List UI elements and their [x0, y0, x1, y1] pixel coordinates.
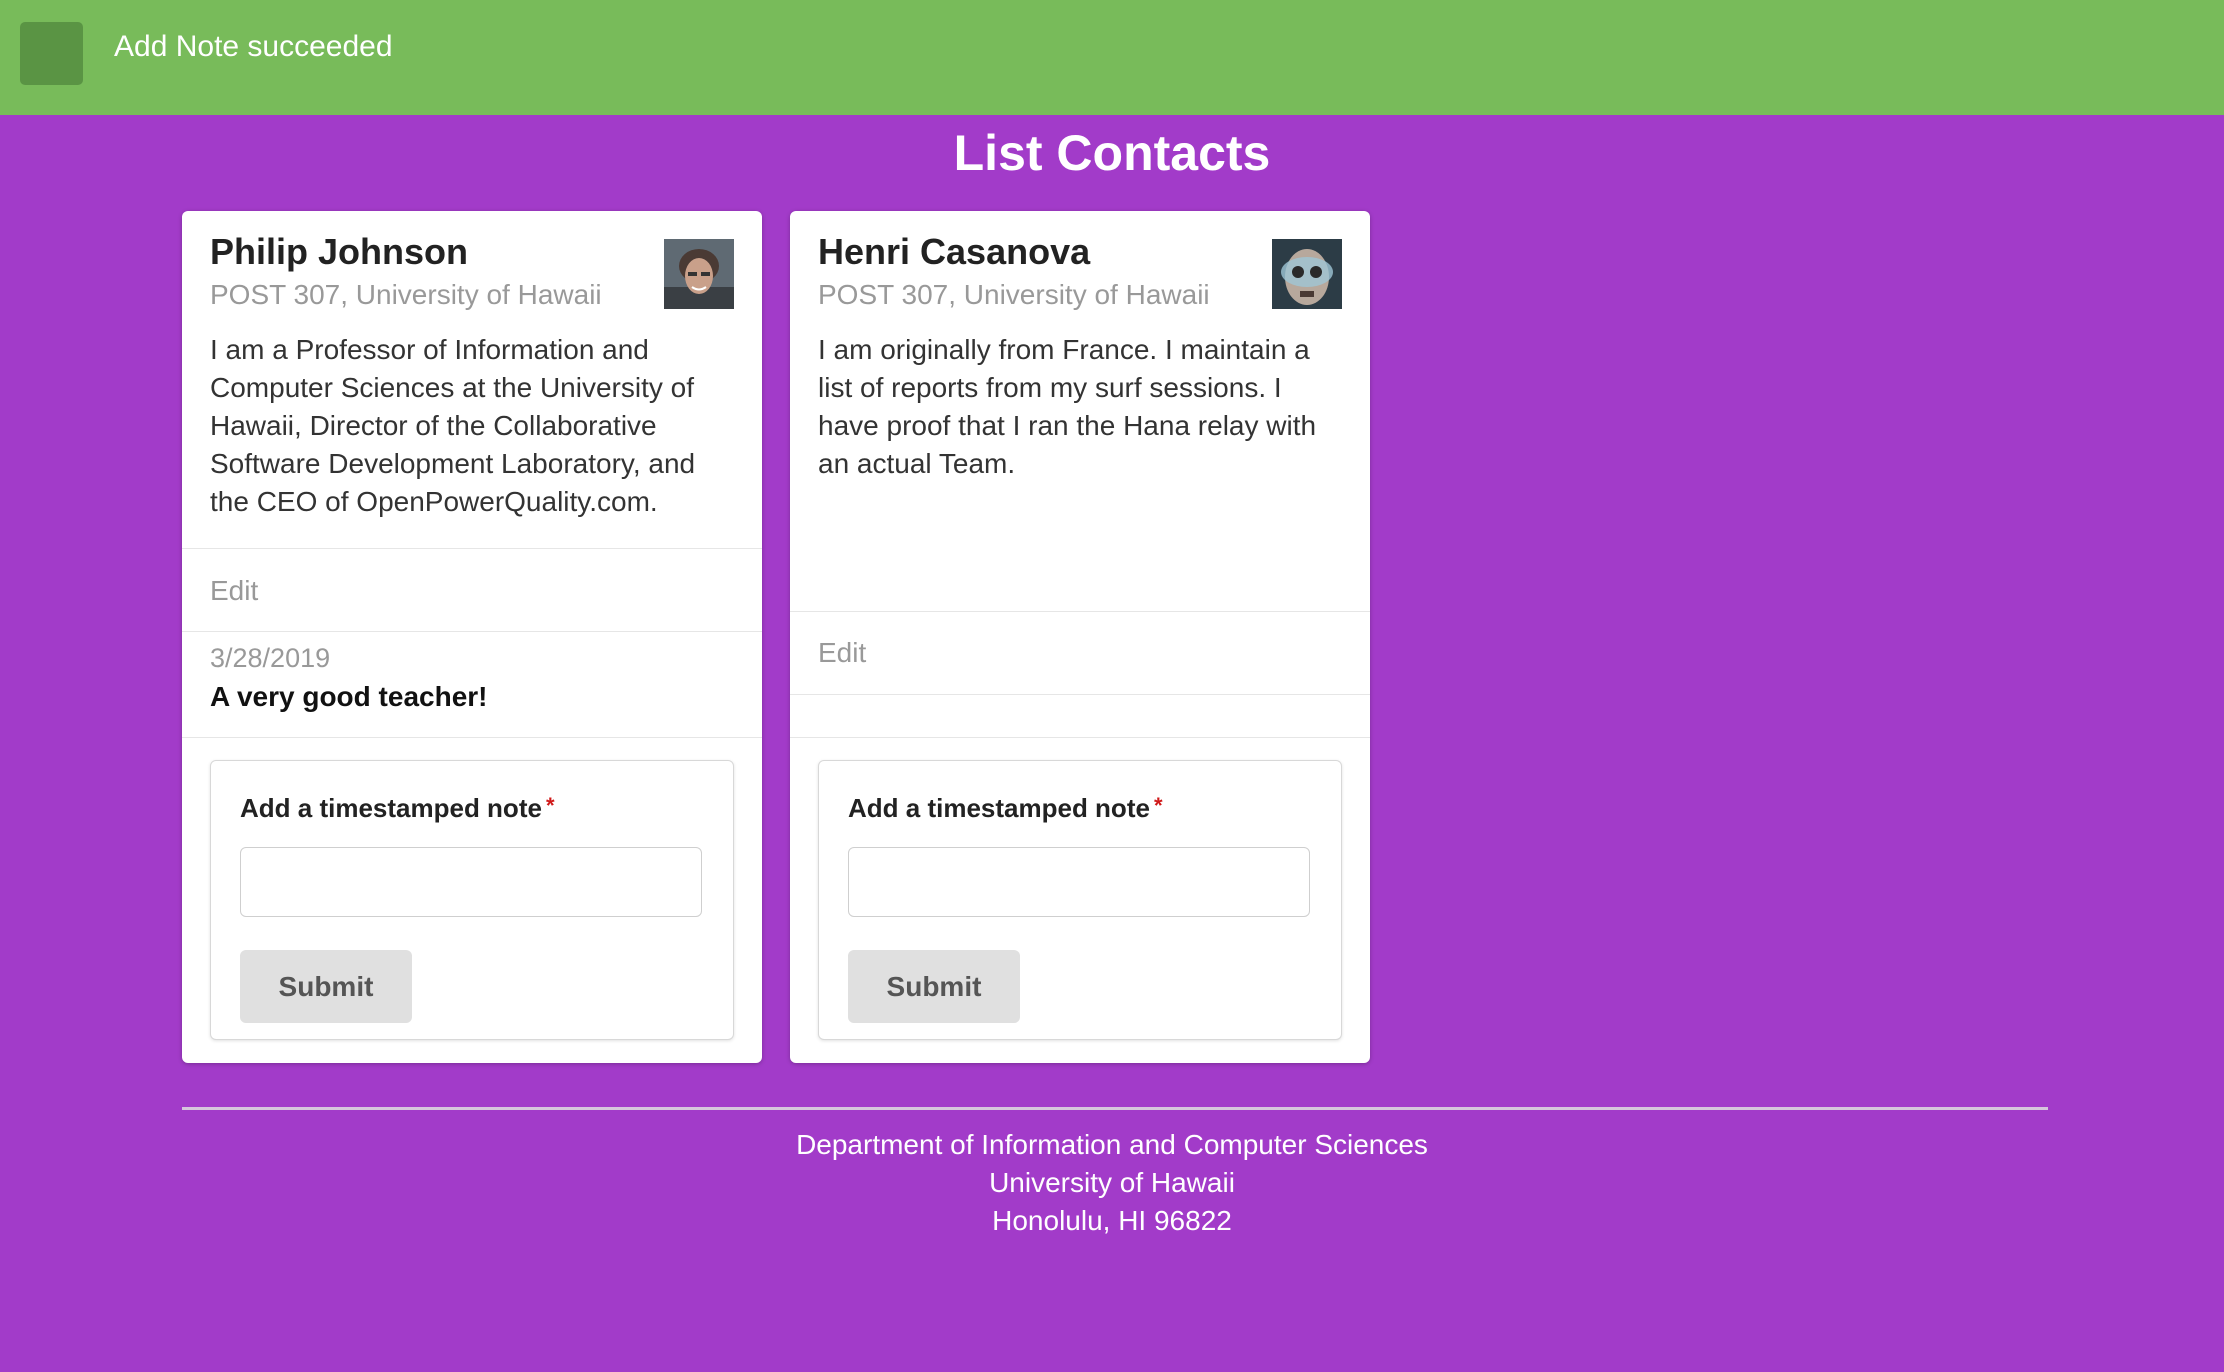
submit-button[interactable]: Submit	[240, 950, 412, 1023]
submit-button[interactable]: Submit	[848, 950, 1020, 1023]
divider	[790, 737, 1370, 738]
edit-link[interactable]: Edit	[818, 637, 866, 669]
notification-message: Add Note succeeded	[114, 30, 393, 63]
page-title: List Contacts	[953, 125, 1271, 181]
required-mark: *	[1153, 793, 1163, 818]
edit-link[interactable]: Edit	[210, 575, 258, 607]
footer-university: University of Hawaii	[989, 1167, 1235, 1198]
contact-card: Philip Johnson POST 307, University of H…	[182, 211, 762, 1063]
note-date: 3/28/2019	[210, 643, 331, 673]
divider	[182, 737, 762, 738]
divider	[182, 631, 762, 632]
divider	[790, 694, 1370, 695]
contact-description: I am a Professor of Information and Comp…	[210, 334, 696, 517]
contact-name: Henri Casanova	[818, 231, 1091, 272]
divider	[182, 548, 762, 549]
footer: Department of Information and Computer S…	[0, 1126, 2224, 1240]
notification-icon	[20, 22, 83, 85]
notification-bar: Add Note succeeded	[0, 0, 2224, 115]
avatar	[664, 239, 734, 309]
add-note-form: Add a timestamped note * Submit	[818, 760, 1342, 1040]
footer-department: Department of Information and Computer S…	[796, 1129, 1428, 1160]
contact-description: I am originally from France. I maintain …	[818, 334, 1317, 479]
note-input[interactable]	[848, 847, 1310, 917]
avatar	[1272, 239, 1342, 309]
note-text: A very good teacher!	[210, 681, 488, 712]
footer-divider	[182, 1107, 2048, 1110]
contact-address: POST 307, University of Hawaii	[818, 279, 1210, 310]
add-note-form: Add a timestamped note * Submit	[210, 760, 734, 1040]
note-field-label: Add a timestamped note *	[848, 793, 1163, 823]
contact-address: POST 307, University of Hawaii	[210, 279, 602, 310]
note-field-label: Add a timestamped note *	[240, 793, 555, 823]
divider	[790, 611, 1370, 612]
note-input[interactable]	[240, 847, 702, 917]
contact-card: Henri Casanova POST 307, University of H…	[790, 211, 1370, 1063]
contact-name: Philip Johnson	[210, 231, 468, 272]
required-mark: *	[545, 793, 555, 818]
footer-address: Honolulu, HI 96822	[992, 1205, 1232, 1236]
